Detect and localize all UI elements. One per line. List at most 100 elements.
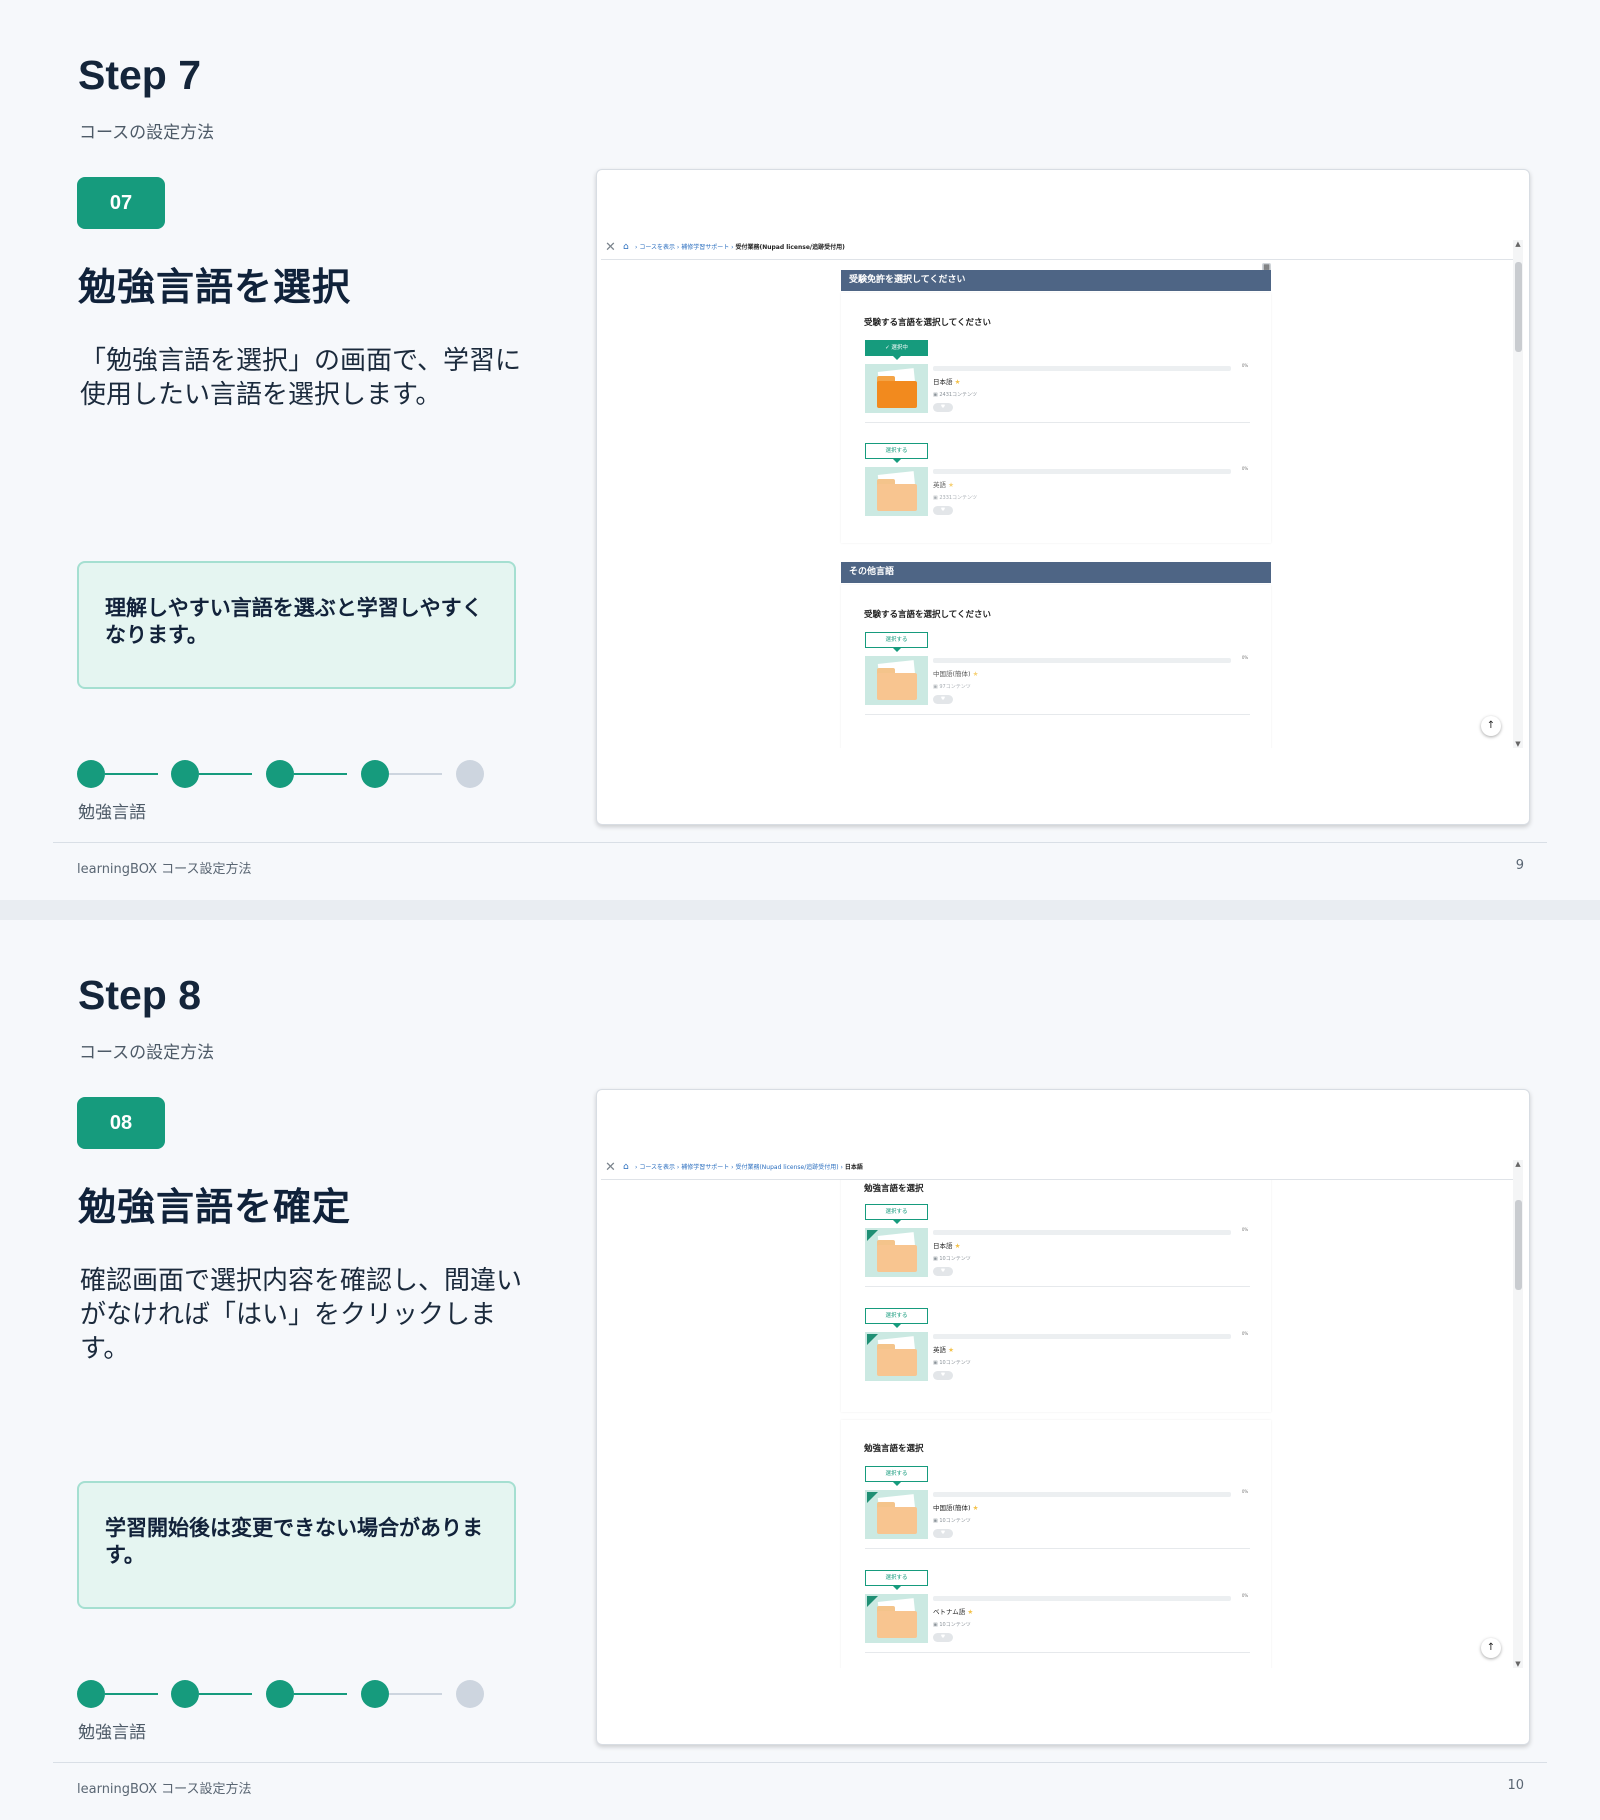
scrollbar[interactable]: ▲ ▼ (1513, 1160, 1523, 1668)
folder-icon (877, 1349, 917, 1376)
language-item-english: 選択する 0% 英語 ★ ▣ 10コンテンツ ♥ (865, 1308, 1250, 1390)
breadcrumb-item[interactable]: 受付業務(Nupad license/追跡受付用) (735, 1164, 838, 1171)
bookmark-ribbon-icon (867, 1492, 878, 1503)
button-pointer (893, 459, 901, 463)
select-button[interactable]: 選択する (865, 1466, 928, 1482)
tip-note: 理解しやすい言語を選ぶと学習しやすくなります。 (77, 561, 516, 689)
section-header: 受験免許を選択してください (841, 270, 1271, 291)
language-name: 日本語 ★ (933, 1242, 960, 1250)
breadcrumb-item[interactable]: 補修学習サポート (681, 1164, 729, 1171)
breadcrumb-item[interactable]: コースを表示 (639, 1164, 675, 1171)
language-item-vietnamese: 選択する 0% ベトナム語 ★ ▣ 10コンテンツ ♥ (865, 1570, 1250, 1653)
progress-line-4 (389, 1693, 442, 1695)
language-panel: 受験する言語を選択してください 選択する 0% 中国語(簡体) ★ ▣ 97コン… (841, 585, 1271, 748)
progress-line-2 (199, 1693, 252, 1695)
footer-text: learningBOX コース設定方法 (77, 862, 252, 877)
like-icon[interactable]: ♥ (933, 403, 953, 412)
progress-percent: 0% (1241, 363, 1249, 368)
language-panel: 受験する言語を選択してください ✓ 選択中 0% 日本語 ★ ▣ 2431コンテ… (841, 293, 1271, 543)
scroll-up-icon[interactable]: ▲ (1513, 1160, 1523, 1168)
progress-bar (933, 1334, 1231, 1339)
like-icon[interactable]: ♥ (933, 506, 953, 515)
step-description: 「勉強言語を選択」の画面で、学習に使用したい言語を選択します。 (80, 346, 521, 410)
star-icon: ★ (954, 1242, 961, 1250)
scrollbar[interactable]: ▲ ▼ (1513, 240, 1523, 748)
language-name-text: 中国語(簡体) (933, 670, 971, 678)
select-button[interactable]: 選択する (865, 1204, 928, 1220)
folder-icon (877, 1611, 917, 1638)
language-item-japanese: 選択する 0% 日本語 ★ ▣ 10コンテンツ ♥ (865, 1204, 1250, 1287)
selected-button[interactable]: ✓ 選択中 (865, 340, 928, 356)
app-screenshot: ✕ ⌂ › コースを表示 › 補修学習サポート › 受付業務(Nupad lic… (596, 169, 1530, 825)
language-name: ベトナム語 ★ (933, 1608, 973, 1616)
progress-percent: 0% (1241, 1331, 1249, 1336)
home-icon[interactable]: ⌂ (623, 1163, 629, 1172)
breadcrumb: › コースを表示 › 補修学習サポート › 受付業務(Nupad license… (635, 1164, 863, 1171)
footer-divider (53, 842, 1547, 843)
content-count-text: 97コンテンツ (939, 684, 971, 690)
language-name: 英語 ★ (933, 481, 954, 489)
tip-note: 学習開始後は変更できない場合があります。 (77, 1481, 516, 1609)
language-name-text: 英語 (933, 481, 946, 489)
progress-indicator (77, 760, 487, 788)
language-item-english: 選択する 0% 英語 ★ ▣ 2331コンテンツ ♥ (865, 443, 1250, 525)
progress-percent: 0% (1241, 655, 1249, 660)
content-count: ▣ 10コンテンツ (933, 1518, 971, 1524)
app-breadcrumb-bar: ✕ ⌂ › コースを表示 › 補修学習サポート › 受付業務(Nupad lic… (601, 240, 1515, 260)
breadcrumb-item[interactable]: 日本語 (845, 1164, 863, 1171)
panel-title: 勉強言語を選択 (864, 1444, 924, 1454)
breadcrumb-item[interactable]: 補修学習サポート (681, 244, 729, 251)
app-content: ▦ 受験免許を選択してください 受験する言語を選択してください ✓ 選択中 0%… (601, 260, 1511, 748)
progress-bar (933, 469, 1231, 474)
footer-divider (53, 1762, 1547, 1763)
content-count-text: 10コンテンツ (939, 1518, 971, 1524)
like-icon[interactable]: ♥ (933, 1633, 953, 1642)
content-count: ▣ 10コンテンツ (933, 1622, 971, 1628)
select-button[interactable]: 選択する (865, 1570, 928, 1586)
scroll-up-icon[interactable]: ▲ (1513, 240, 1523, 248)
language-name-text: 日本語 (933, 378, 953, 386)
like-icon[interactable]: ♥ (933, 1267, 953, 1276)
language-name: 中国語(簡体) ★ (933, 670, 978, 678)
close-icon[interactable]: ✕ (605, 241, 616, 254)
language-name-text: 中国語(簡体) (933, 1504, 971, 1512)
progress-dot-5 (456, 1680, 484, 1708)
select-button[interactable]: 選択する (865, 632, 928, 648)
slide-step-8: Step 8 コースの設定方法 08 勉強言語を確定 確認画面で選択内容を確認し… (0, 920, 1600, 1820)
like-icon[interactable]: ♥ (933, 1371, 953, 1380)
language-item-chinese: 選択する 0% 中国語(簡体) ★ ▣ 10コンテンツ ♥ (865, 1466, 1250, 1549)
like-icon[interactable]: ♥ (933, 695, 953, 704)
select-button[interactable]: 選択する (865, 1308, 928, 1324)
progress-dot-5 (456, 760, 484, 788)
scroll-down-icon[interactable]: ▼ (1513, 1660, 1523, 1668)
bookmark-ribbon-icon (867, 1230, 878, 1241)
home-icon[interactable]: ⌂ (623, 243, 629, 252)
breadcrumb-item[interactable]: コースを表示 (639, 244, 675, 251)
language-item-chinese: 選択する 0% 中国語(簡体) ★ ▣ 97コンテンツ ♥ (865, 632, 1250, 715)
app-breadcrumb-bar: ✕ ⌂ › コースを表示 › 補修学習サポート › 受付業務(Nupad lic… (601, 1160, 1515, 1180)
language-name-text: 英語 (933, 1346, 946, 1354)
page-number: 9 (1515, 858, 1524, 873)
content-count: ▣ 97コンテンツ (933, 684, 971, 690)
folder-thumbnail (865, 467, 928, 516)
progress-label: 勉強言語 (78, 1723, 146, 1743)
progress-label: 勉強言語 (78, 803, 146, 823)
progress-line-1 (105, 1693, 158, 1695)
like-icon[interactable]: ♥ (933, 1529, 953, 1538)
language-name-text: ベトナム語 (933, 1608, 966, 1616)
step-number-badge: 08 (77, 1097, 165, 1149)
select-button[interactable]: 選択する (865, 443, 928, 459)
breadcrumb-item[interactable]: 受付業務(Nupad license/追跡受付用) (735, 244, 844, 251)
scroll-to-top-button[interactable]: ↑ (1481, 716, 1501, 736)
close-icon[interactable]: ✕ (605, 1161, 616, 1174)
folder-icon (877, 381, 917, 408)
content-count: ▣ 2431コンテンツ (933, 392, 978, 398)
scroll-to-top-button[interactable]: ↑ (1481, 1638, 1501, 1658)
language-name: 日本語 ★ (933, 378, 960, 386)
folder-icon (877, 1245, 917, 1272)
scroll-down-icon[interactable]: ▼ (1513, 740, 1523, 748)
app-content: 勉強言語を選択 選択する 0% 日本語 ★ ▣ 10コンテンツ ♥ 選択する 0… (601, 1180, 1511, 1668)
scroll-thumb[interactable] (1515, 1200, 1522, 1290)
content-count: ▣ 10コンテンツ (933, 1360, 971, 1366)
scroll-thumb[interactable] (1515, 262, 1522, 352)
